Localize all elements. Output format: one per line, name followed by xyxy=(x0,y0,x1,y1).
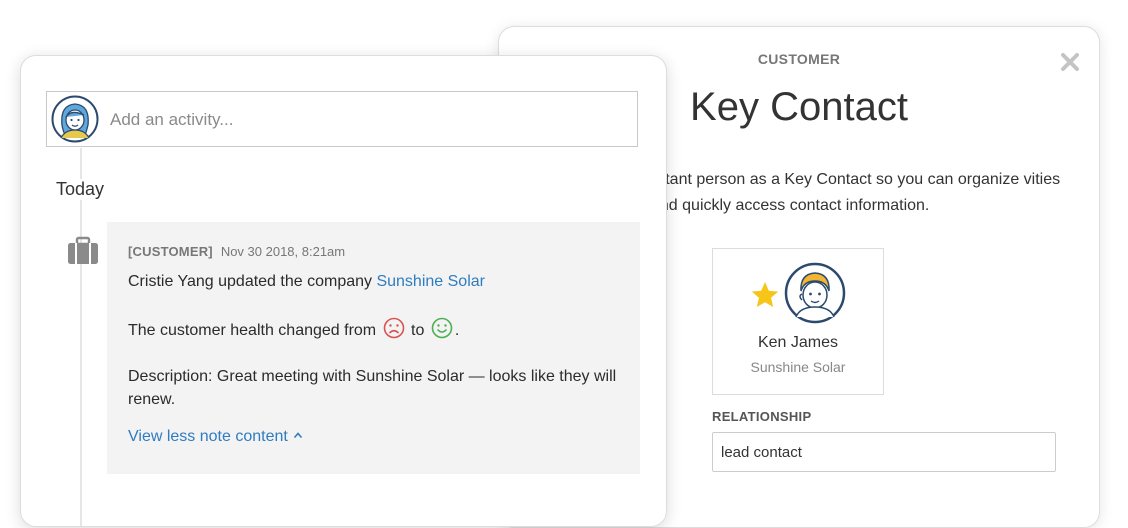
health-prefix-text: The customer health changed from xyxy=(128,322,381,339)
activity-note: [CUSTOMER] Nov 30 2018, 8:21am Cristie Ya… xyxy=(107,222,640,474)
sad-face-icon xyxy=(383,317,405,339)
note-meta: [CUSTOMER] Nov 30 2018, 8:21am xyxy=(128,244,345,259)
star-icon xyxy=(750,280,780,310)
chevron-up-icon xyxy=(293,426,303,439)
company-link[interactable]: Sunshine Solar xyxy=(376,273,485,290)
contact-company: Sunshine Solar xyxy=(750,359,846,375)
timeline-line xyxy=(80,148,82,526)
note-date: Nov 30 2018, 8:21am xyxy=(220,244,346,259)
date-section-label: Today xyxy=(56,179,111,200)
briefcase-icon xyxy=(66,236,100,266)
key-contact-card[interactable]: Ken James Sunshine Solar xyxy=(712,248,884,395)
relationship-input[interactable] xyxy=(712,432,1056,472)
add-activity-input[interactable]: Add an activity... xyxy=(46,91,638,147)
health-suffix-text: . xyxy=(454,322,460,339)
note-update-text: Cristie Yang updated the company xyxy=(128,273,377,290)
happy-face-icon xyxy=(431,317,453,339)
note-tag: [CUSTOMER] xyxy=(128,244,213,259)
view-less-link[interactable]: View less note content xyxy=(128,426,303,446)
user-avatar xyxy=(51,95,99,143)
health-mid-text: to xyxy=(406,322,429,339)
contact-name: Ken James xyxy=(757,334,839,351)
note-description: Description: Great meeting with Sunshine… xyxy=(128,368,617,408)
note-health-line: The customer health changed from to . xyxy=(128,317,459,342)
contact-avatar xyxy=(784,262,846,324)
view-less-label: View less note content xyxy=(128,428,288,445)
activity-feed-card: Add an activity... Today [CUSTOMER] Nov 3… xyxy=(20,55,667,527)
activity-placeholder: Add an activity... xyxy=(110,110,234,129)
modal-description: ortant person as a Key Contact so you ca… xyxy=(651,171,1061,214)
close-icon[interactable] xyxy=(1059,51,1081,73)
relationship-label: RELATIONSHIP xyxy=(712,409,812,424)
note-update-line: Cristie Yang updated the company Sunshin… xyxy=(128,270,485,293)
